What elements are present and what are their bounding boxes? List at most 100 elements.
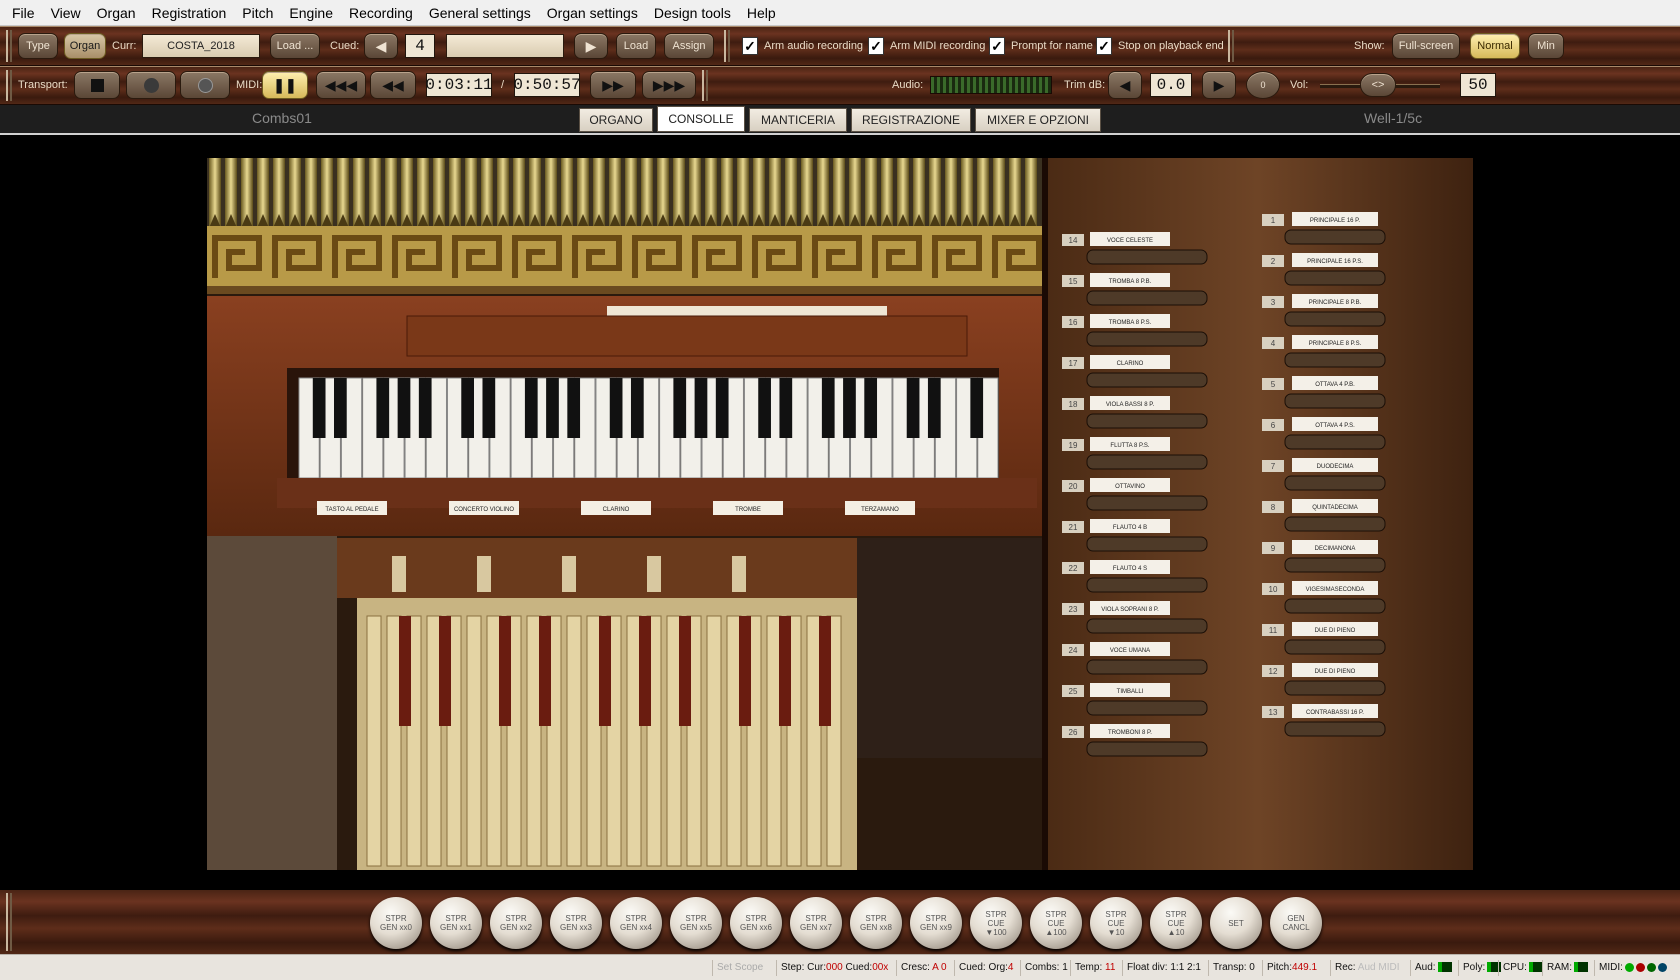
stop-knob[interactable] [1086, 290, 1208, 306]
piston-button[interactable]: GEN CANCL [1270, 897, 1322, 949]
cued-next-button[interactable]: ▶ [574, 33, 608, 59]
pedal-sharp[interactable] [639, 616, 651, 726]
pedal-sharp[interactable] [399, 616, 411, 726]
record-button[interactable] [126, 71, 176, 99]
min-button[interactable]: Min [1528, 33, 1564, 59]
manual-black-key[interactable] [970, 378, 984, 438]
pedal-sharp[interactable] [539, 616, 551, 726]
pedal-key[interactable] [426, 615, 442, 867]
manual-black-key[interactable] [906, 378, 920, 438]
stop-knob[interactable] [1086, 454, 1208, 470]
manual-black-key[interactable] [418, 378, 432, 438]
menu-view[interactable]: View [43, 0, 89, 26]
piston-button[interactable]: STPR GEN xx2 [490, 897, 542, 949]
toe-lever[interactable] [732, 556, 746, 592]
manual-black-key[interactable] [864, 378, 878, 438]
piston-button[interactable]: STPR GEN xx8 [850, 897, 902, 949]
manual-black-key[interactable] [524, 378, 538, 438]
manual-black-key[interactable] [758, 378, 771, 438]
type-button[interactable]: Type [18, 33, 58, 59]
toe-lever[interactable] [647, 556, 661, 592]
prompt-name-checkbox[interactable]: ✓ [989, 37, 1005, 55]
pedal-sharp[interactable] [739, 616, 751, 726]
toolbar-grip[interactable] [6, 30, 12, 62]
stop-knob[interactable] [1284, 475, 1386, 491]
cued-prev-button[interactable]: ◀ [364, 33, 398, 59]
manual-black-key[interactable] [609, 378, 623, 438]
toolbar-grip[interactable] [724, 30, 730, 62]
pedal-key[interactable] [366, 615, 382, 867]
set-scope-status[interactable]: Set Scope [712, 960, 763, 976]
arm-audio-checkbox[interactable]: ✓ [742, 37, 758, 55]
pause-button[interactable]: ❚❚ [262, 71, 308, 99]
toe-lever[interactable] [562, 556, 576, 592]
stop-knob[interactable] [1086, 249, 1208, 265]
stop-knob[interactable] [1284, 557, 1386, 573]
stop-playback-checkbox[interactable]: ✓ [1096, 37, 1112, 55]
pedal-sharp[interactable] [679, 616, 691, 726]
stop-knob[interactable] [1086, 577, 1208, 593]
stop-knob[interactable] [1284, 270, 1386, 286]
toolbar-grip[interactable] [702, 70, 708, 101]
manual-black-key[interactable] [482, 378, 496, 438]
arm-midi-checkbox[interactable]: ✓ [868, 37, 884, 55]
pedal-key[interactable] [526, 615, 542, 867]
cued-number-field[interactable]: 4 [405, 34, 435, 58]
toolbar-grip[interactable] [1228, 30, 1234, 62]
manual-black-key[interactable] [397, 378, 411, 438]
menu-organ-settings[interactable]: Organ settings [539, 0, 646, 26]
pedal-key[interactable] [566, 615, 582, 867]
stop-knob[interactable] [1284, 639, 1386, 655]
piston-button[interactable]: STPR GEN xx6 [730, 897, 782, 949]
menu-pitch[interactable]: Pitch [234, 0, 281, 26]
trim-reset-button[interactable]: 0 [1246, 71, 1280, 99]
midi-record-button[interactable] [180, 71, 230, 99]
piston-button[interactable]: STPR GEN xx5 [670, 897, 722, 949]
fullscreen-button[interactable]: Full-screen [1392, 33, 1460, 59]
piston-button[interactable]: STPR GEN xx4 [610, 897, 662, 949]
manual-black-key[interactable] [821, 378, 835, 438]
assign-button[interactable]: Assign [664, 33, 714, 59]
stop-knob[interactable] [1086, 413, 1208, 429]
tab-mixer-e-opzioni[interactable]: MIXER E OPZIONI [975, 108, 1101, 132]
manual-black-key[interactable] [461, 378, 474, 438]
pedal-key[interactable] [726, 615, 742, 867]
menu-recording[interactable]: Recording [341, 0, 421, 26]
menu-file[interactable]: File [4, 0, 43, 26]
stop-knob[interactable] [1086, 741, 1208, 757]
piston-button[interactable]: STPR CUE ▲10 [1150, 897, 1202, 949]
stop-knob[interactable] [1284, 352, 1386, 368]
stop-knob[interactable] [1086, 618, 1208, 634]
manual-black-key[interactable] [334, 378, 347, 438]
stop-knob[interactable] [1086, 372, 1208, 388]
stop-knob[interactable] [1284, 434, 1386, 450]
piston-button[interactable]: STPR GEN xx1 [430, 897, 482, 949]
manual-black-key[interactable] [312, 378, 326, 438]
piston-button[interactable]: SET [1210, 897, 1262, 949]
normal-button[interactable]: Normal [1470, 33, 1520, 59]
stop-knob[interactable] [1086, 495, 1208, 511]
manual-black-key[interactable] [843, 378, 856, 438]
pedal-key[interactable] [626, 615, 642, 867]
stop-knob[interactable] [1284, 229, 1386, 245]
menu-registration[interactable]: Registration [144, 0, 235, 26]
toolbar-grip[interactable] [6, 893, 12, 951]
cued-name-field[interactable] [446, 34, 564, 58]
menu-engine[interactable]: Engine [281, 0, 341, 26]
stop-knob[interactable] [1086, 536, 1208, 552]
pedal-sharp[interactable] [779, 616, 791, 726]
manual-black-key[interactable] [673, 378, 687, 438]
pedal-key[interactable] [386, 615, 402, 867]
skip-forward-button[interactable]: ▶▶▶ [642, 71, 696, 99]
pedal-sharp[interactable] [499, 616, 511, 726]
tab-registrazione[interactable]: REGISTRAZIONE [851, 108, 971, 132]
stop-knob[interactable] [1284, 311, 1386, 327]
trim-down-button[interactable]: ◀ [1108, 71, 1142, 99]
manual-black-key[interactable] [630, 378, 644, 438]
manual-black-key[interactable] [927, 378, 941, 438]
pedal-key[interactable] [486, 615, 502, 867]
skip-back-button[interactable]: ◀◀◀ [316, 71, 366, 99]
tab-organo[interactable]: ORGANO [579, 108, 653, 132]
pedal-key[interactable] [586, 615, 602, 867]
piston-button[interactable]: STPR GEN xx9 [910, 897, 962, 949]
